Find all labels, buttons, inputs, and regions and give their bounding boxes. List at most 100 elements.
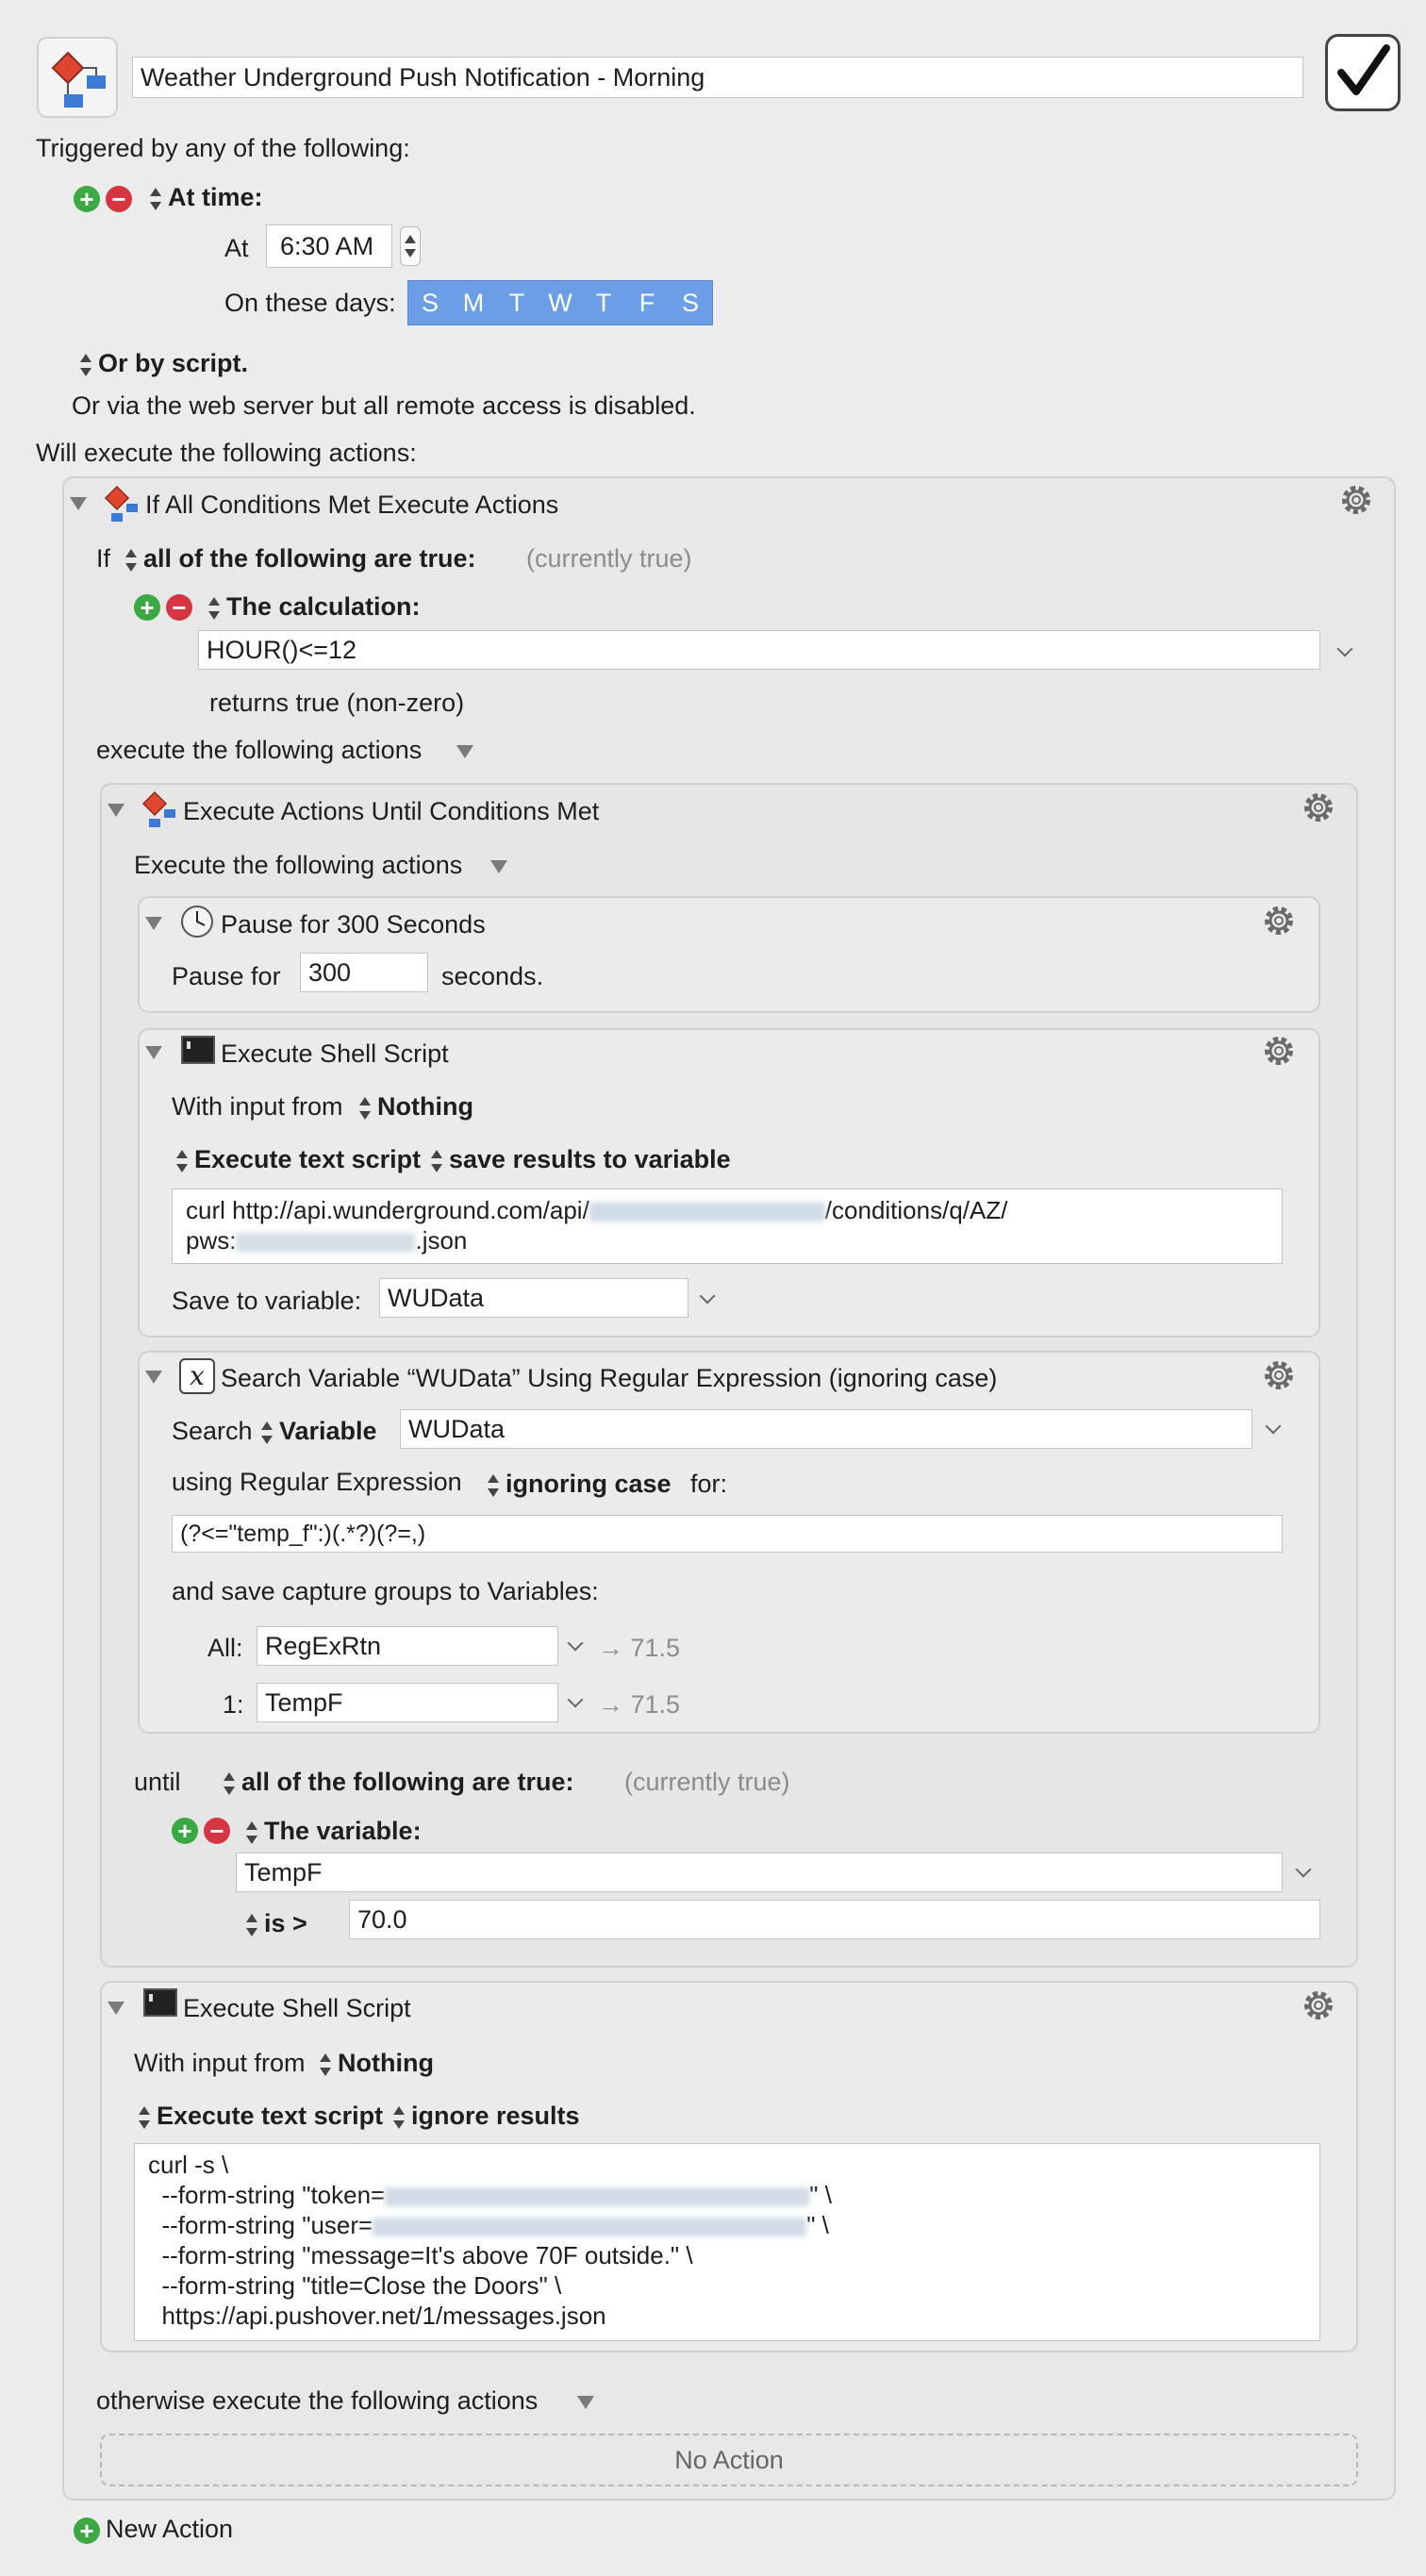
day-thu[interactable]: T — [582, 281, 625, 324]
shell2-result-selector[interactable]: ignore results — [392, 2102, 580, 2131]
otherwise-label: otherwise execute the following actions — [96, 2386, 539, 2415]
enable-checkbox[interactable] — [1325, 34, 1401, 111]
shell2-input-selector[interactable]: Nothing — [319, 2049, 434, 2078]
updown-icon — [223, 1771, 236, 1796]
updown-icon — [79, 353, 92, 377]
collapse-pause-icon[interactable] — [145, 917, 162, 930]
remove-condition-icon[interactable]: − — [166, 593, 192, 621]
condition-type-selector[interactable]: The calculation: — [207, 592, 421, 622]
until-sub-label: Execute the following actions — [134, 851, 463, 879]
regex-all-variable-field[interactable]: RegExRtn — [257, 1626, 558, 1666]
gear-icon[interactable] — [1260, 1032, 1298, 1070]
pause-seconds-field[interactable]: 300 — [300, 953, 428, 992]
calculation-field[interactable]: HOUR()<=12 — [198, 630, 1320, 670]
returns-note: returns true (non-zero) — [209, 689, 465, 717]
regex-search-label: Search — [172, 1417, 253, 1445]
updown-icon — [430, 1149, 443, 1173]
until-operator-selector[interactable]: is > — [245, 1909, 307, 1938]
if-condition-mode-selector[interactable]: all of the following are true: — [124, 544, 476, 573]
until-condition-mode-selector[interactable]: all of the following are true: — [223, 1768, 574, 1797]
trigger-heading: Triggered by any of the following: — [36, 134, 410, 162]
condition-add-remove: + − — [134, 591, 198, 621]
until-condition-type-selector[interactable]: The variable: — [245, 1817, 422, 1846]
checkmark-icon — [1337, 44, 1390, 95]
until-variable-field[interactable]: TempF — [236, 1853, 1283, 1892]
add-condition-icon[interactable]: + — [134, 593, 160, 621]
until-value-field[interactable]: 70.0 — [349, 1900, 1320, 1939]
no-action-placeholder[interactable]: No Action — [100, 2434, 1358, 2486]
updown-icon — [392, 2105, 406, 2130]
day-tue[interactable]: T — [495, 281, 539, 324]
shell2-script-field[interactable]: curl -s \ --form-string "token= " \ --for… — [134, 2143, 1320, 2341]
until-sub-menu-icon[interactable] — [490, 860, 507, 873]
pause-label: Pause for — [172, 962, 281, 990]
shell1-title: Execute Shell Script — [221, 1039, 449, 1068]
shell2-input-label: With input from — [134, 2049, 306, 2077]
day-sun[interactable]: S — [408, 281, 452, 324]
shell1-script-field[interactable]: curl http://api.wunderground.com/api//co… — [172, 1188, 1283, 1264]
regex-search-variable-field[interactable]: WUData — [400, 1409, 1252, 1449]
shell1-save-label: Save to variable: — [172, 1287, 362, 1315]
regex-pattern-field[interactable]: (?<="temp_f":)(.*?)(?=,) — [172, 1515, 1283, 1553]
regex-for-label: for: — [690, 1470, 728, 1498]
add-until-condition-icon[interactable]: + — [172, 1817, 198, 1844]
new-action-button[interactable]: + New Action — [74, 2515, 233, 2544]
shell2-title: Execute Shell Script — [183, 1994, 411, 2022]
day-mon[interactable]: M — [452, 281, 495, 324]
redacted-station-id — [236, 1233, 416, 1253]
shell1-save-variable-field[interactable]: WUData — [379, 1278, 688, 1318]
regex-using-label: using Regular Expression — [172, 1468, 462, 1496]
if-label: If — [96, 544, 111, 573]
clock-icon — [181, 906, 213, 938]
shell1-mode-selector[interactable]: Execute text script — [175, 1145, 421, 1174]
updown-icon — [260, 1421, 274, 1445]
collapse-shell1-icon[interactable] — [145, 1046, 162, 1059]
regex-one-variable-field[interactable]: TempF — [257, 1683, 558, 1722]
day-wed[interactable]: W — [539, 281, 582, 324]
until-status: (currently true) — [624, 1768, 790, 1796]
if-status: (currently true) — [526, 544, 692, 573]
remove-trigger-icon[interactable]: − — [106, 185, 132, 212]
redacted-user — [373, 2218, 807, 2237]
collapse-regex-icon[interactable] — [145, 1371, 162, 1384]
gear-icon[interactable] — [1300, 789, 1337, 826]
at-label: At — [224, 234, 249, 262]
shell1-result-selector[interactable]: save results to variable — [430, 1145, 731, 1174]
gear-icon[interactable] — [1260, 902, 1298, 939]
web-server-note: Or via the web server but all remote acc… — [72, 391, 696, 420]
add-trigger-icon[interactable]: + — [74, 185, 100, 212]
gear-icon[interactable] — [1300, 1986, 1337, 2024]
pause-title: Pause for 300 Seconds — [221, 910, 486, 939]
day-fri[interactable]: F — [625, 281, 669, 324]
collapse-until-icon[interactable] — [108, 804, 124, 817]
updown-icon — [124, 548, 138, 573]
collapse-shell2-icon[interactable] — [108, 2002, 124, 2015]
collapse-if-icon[interactable] — [70, 497, 87, 510]
script-trigger-selector[interactable]: Or by script. — [79, 349, 248, 378]
shell1-input-selector[interactable]: Nothing — [358, 1092, 473, 1122]
updown-icon — [319, 2052, 332, 2077]
otherwise-menu-icon[interactable] — [577, 2396, 594, 2409]
remove-until-condition-icon[interactable]: − — [204, 1817, 230, 1844]
pause-unit: seconds. — [441, 962, 544, 990]
macro-name-field[interactable]: Weather Underground Push Notification - … — [132, 57, 1303, 98]
shell2-mode-selector[interactable]: Execute text script — [138, 2102, 383, 2131]
then-menu-icon[interactable] — [456, 745, 473, 758]
day-sat[interactable]: S — [669, 281, 712, 324]
gear-icon[interactable] — [1337, 481, 1375, 519]
trigger-type-selector[interactable]: At time: — [149, 183, 263, 212]
time-stepper-icon — [404, 234, 417, 258]
regex-title: Search Variable “WUData” Using Regular E… — [221, 1364, 998, 1392]
regex-search-type-selector[interactable]: Variable — [260, 1417, 377, 1446]
gear-icon[interactable] — [1260, 1356, 1298, 1394]
regex-one-label: 1: — [223, 1690, 244, 1719]
terminal-icon — [143, 1988, 177, 2017]
updown-icon — [207, 596, 221, 621]
until-action-title: Execute Actions Until Conditions Met — [183, 797, 600, 825]
updown-icon — [245, 1820, 258, 1845]
regex-case-selector[interactable]: ignoring case — [487, 1470, 672, 1499]
time-stepper[interactable] — [400, 226, 421, 266]
time-field[interactable]: 6:30 AM — [266, 224, 392, 268]
actions-heading: Will execute the following actions: — [36, 439, 417, 467]
until-label: until — [134, 1768, 181, 1796]
